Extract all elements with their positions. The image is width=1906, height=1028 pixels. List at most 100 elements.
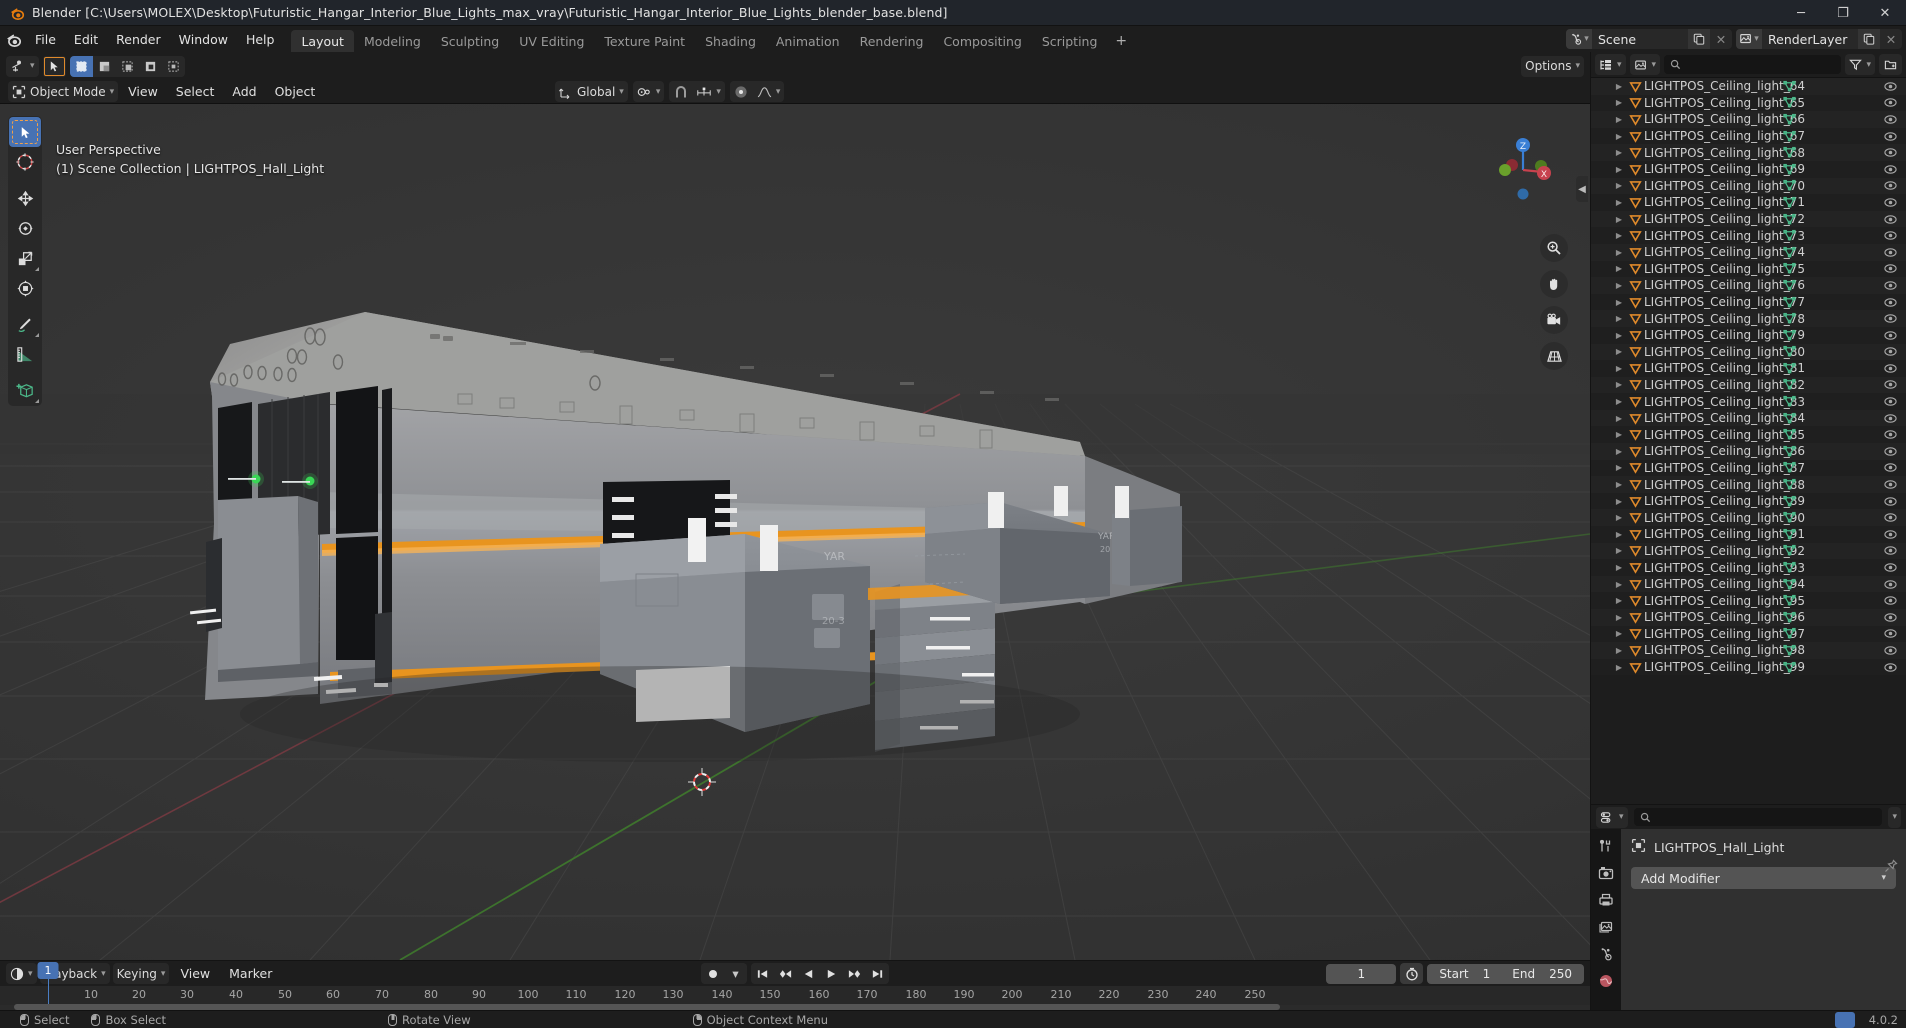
expand-arrow-icon[interactable]: ▶ (1612, 148, 1626, 157)
expand-arrow-icon[interactable]: ▶ (1612, 165, 1626, 174)
properties-tab-scene[interactable] (1593, 941, 1619, 966)
tab-add-workspace[interactable]: + (1107, 30, 1135, 52)
visibility-eye-icon[interactable] (1882, 612, 1898, 623)
menu-window[interactable]: Window (170, 29, 237, 49)
tool-transform[interactable] (9, 273, 41, 303)
select-box-tool-preview[interactable] (42, 55, 66, 77)
proportional-editing-icon[interactable] (729, 81, 753, 102)
visibility-eye-icon[interactable] (1882, 114, 1898, 125)
timeline-editor-type-selector[interactable]: ▾ (6, 963, 37, 984)
expand-arrow-icon[interactable]: ▶ (1612, 397, 1626, 406)
outliner-row[interactable]: ▶ LIGHTPOS_Ceiling_light_82 (1591, 376, 1906, 394)
expand-arrow-icon[interactable]: ▶ (1612, 663, 1626, 672)
expand-arrow-icon[interactable]: ▶ (1612, 530, 1626, 539)
mesh-data-icon[interactable] (1781, 312, 1797, 325)
properties-tab-tool[interactable] (1593, 833, 1619, 858)
mesh-data-icon[interactable] (1781, 445, 1797, 458)
outliner-row[interactable]: ▶ LIGHTPOS_Ceiling_light_80 (1591, 343, 1906, 361)
expand-arrow-icon[interactable]: ▶ (1612, 513, 1626, 522)
menu-render[interactable]: Render (107, 29, 170, 49)
mesh-data-icon[interactable] (1781, 528, 1797, 541)
outliner-row[interactable]: ▶ LIGHTPOS_Ceiling_light_68 (1591, 144, 1906, 161)
expand-arrow-icon[interactable]: ▶ (1612, 198, 1626, 207)
mesh-data-icon[interactable] (1781, 345, 1797, 358)
pin-id-icon[interactable] (1884, 859, 1898, 876)
select-extend-icon[interactable] (92, 55, 116, 77)
visibility-eye-icon[interactable] (1882, 131, 1898, 142)
expand-arrow-icon[interactable]: ▶ (1612, 115, 1626, 124)
mesh-data-icon[interactable] (1781, 296, 1797, 309)
navigation-gizmo[interactable]: Z X (1488, 134, 1558, 204)
outliner-row[interactable]: ▶ LIGHTPOS_Ceiling_light_97 (1591, 625, 1906, 643)
outliner-row[interactable]: ▶ LIGHTPOS_Ceiling_light_98 (1591, 642, 1906, 659)
expand-arrow-icon[interactable]: ▶ (1612, 364, 1626, 373)
outliner-row[interactable]: ▶ LIGHTPOS_Ceiling_light_74 (1591, 243, 1906, 261)
current-frame-field[interactable]: 1 (1326, 963, 1397, 984)
menu-edit[interactable]: Edit (65, 29, 107, 49)
menu-file[interactable]: File (26, 29, 65, 49)
mesh-data-icon[interactable] (1781, 578, 1797, 591)
visibility-eye-icon[interactable] (1882, 346, 1898, 357)
properties-tab-output[interactable] (1593, 887, 1619, 912)
scene-selector[interactable]: ▾ Scene ✕ (1566, 29, 1732, 49)
expand-arrow-icon[interactable]: ▶ (1612, 231, 1626, 240)
tab-uv-editing[interactable]: UV Editing (509, 30, 594, 52)
tool-move[interactable] (9, 183, 41, 213)
new-scene-button[interactable] (1688, 29, 1710, 49)
magnet-icon[interactable] (669, 81, 693, 102)
select-set-icon[interactable] (69, 55, 93, 77)
remove-scene-button[interactable]: ✕ (1710, 29, 1732, 49)
mesh-data-icon[interactable] (1781, 213, 1797, 226)
play-reverse-icon[interactable] (797, 963, 820, 984)
visibility-eye-icon[interactable] (1882, 545, 1898, 556)
visibility-eye-icon[interactable] (1882, 81, 1898, 92)
tab-shading[interactable]: Shading (695, 30, 766, 52)
outliner-search-input[interactable] (1664, 55, 1842, 74)
blender-menu-icon[interactable] (0, 26, 26, 52)
outliner-row[interactable]: ▶ LIGHTPOS_Ceiling_light_83 (1591, 393, 1906, 410)
visibility-eye-icon[interactable] (1882, 595, 1898, 606)
mesh-data-icon[interactable] (1781, 130, 1797, 143)
visibility-eye-icon[interactable] (1882, 379, 1898, 390)
outliner-filter-button[interactable]: ▾ (1845, 54, 1875, 75)
expand-arrow-icon[interactable]: ▶ (1612, 613, 1626, 622)
outliner-row[interactable]: ▶ LIGHTPOS_Ceiling_light_75 (1591, 260, 1906, 278)
snap-pivot-selector[interactable]: ▾ (632, 81, 665, 102)
outliner-row[interactable]: ▶ LIGHTPOS_Ceiling_light_84 (1591, 409, 1906, 427)
3d-viewport-canvas[interactable]: YAR 20 YAR 20-3 User Perspective (1) Sce… (0, 104, 1590, 960)
tab-rendering[interactable]: Rendering (850, 30, 934, 52)
mesh-data-icon[interactable] (1781, 661, 1797, 674)
visibility-eye-icon[interactable] (1882, 662, 1898, 673)
outliner-row[interactable]: ▶ LIGHTPOS_Ceiling_light_76 (1591, 277, 1906, 294)
jump-to-end-icon[interactable] (866, 963, 889, 984)
mesh-data-icon[interactable] (1781, 362, 1797, 375)
outliner-row[interactable]: ▶ LIGHTPOS_Ceiling_light_91 (1591, 526, 1906, 543)
select-intersect-icon[interactable] (161, 55, 185, 77)
outliner-row[interactable]: ▶ LIGHTPOS_Ceiling_light_73 (1591, 227, 1906, 244)
visibility-eye-icon[interactable] (1882, 97, 1898, 108)
timeline-menu-keying[interactable]: Keying ▾ (112, 963, 170, 984)
mesh-data-icon[interactable] (1781, 96, 1797, 109)
outliner-row[interactable]: ▶ LIGHTPOS_Ceiling_light_64 (1591, 78, 1906, 95)
expand-arrow-icon[interactable]: ▶ (1612, 463, 1626, 472)
falloff-selector[interactable]: ▾ (752, 81, 785, 102)
outliner-row[interactable]: ▶ LIGHTPOS_Ceiling_light_88 (1591, 476, 1906, 493)
jump-to-prev-keyframe-icon[interactable] (774, 963, 797, 984)
visibility-eye-icon[interactable] (1882, 330, 1898, 341)
visibility-eye-icon[interactable] (1882, 280, 1898, 291)
properties-tab-view-layer[interactable] (1593, 914, 1619, 939)
outliner-row[interactable]: ▶ LIGHTPOS_Ceiling_light_66 (1591, 111, 1906, 128)
visibility-eye-icon[interactable] (1882, 496, 1898, 507)
viewport-menu-select[interactable]: Select (168, 82, 223, 101)
expand-arrow-icon[interactable]: ▶ (1612, 497, 1626, 506)
expand-arrow-icon[interactable]: ▶ (1612, 98, 1626, 107)
mesh-data-icon[interactable] (1781, 627, 1797, 640)
expand-arrow-icon[interactable]: ▶ (1612, 563, 1626, 572)
mesh-data-icon[interactable] (1781, 412, 1797, 425)
remove-view-layer-button[interactable]: ✕ (1880, 29, 1902, 49)
auto-keying-dropdown-icon[interactable]: ▾ (724, 963, 747, 984)
jump-to-next-keyframe-icon[interactable] (843, 963, 866, 984)
minimize-button[interactable]: ─ (1780, 0, 1822, 26)
outliner-row[interactable]: ▶ LIGHTPOS_Ceiling_light_69 (1591, 160, 1906, 178)
pan-hand-icon[interactable] (1540, 270, 1568, 298)
